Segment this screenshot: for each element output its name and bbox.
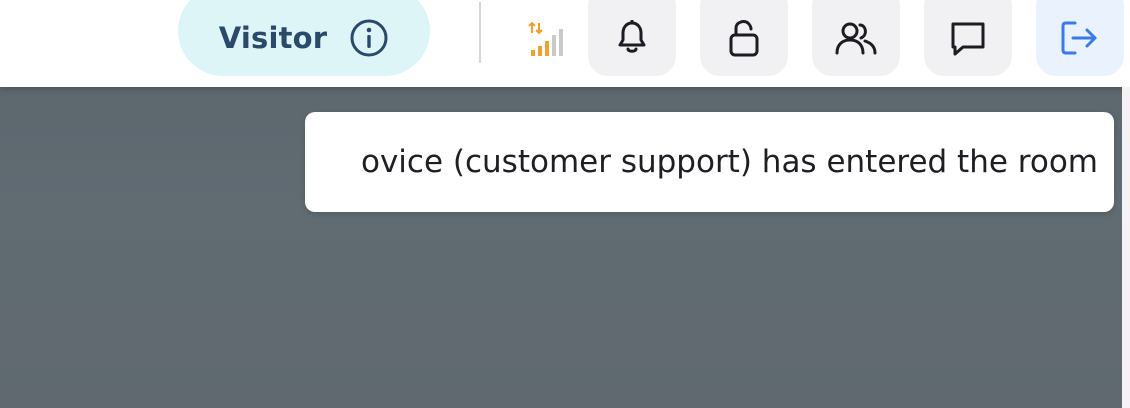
lock-button[interactable] [700, 0, 788, 76]
top-toolbar: Visitor [0, 0, 1130, 87]
toast-message: ovice (customer support) has entered the… [361, 144, 1098, 180]
notification-toast[interactable]: ovice (customer support) has entered the… [305, 112, 1114, 212]
notifications-button[interactable] [588, 0, 676, 76]
unlocked-padlock-icon [729, 20, 759, 57]
chat-button[interactable] [924, 0, 1012, 76]
chat-bubble-icon [951, 22, 985, 56]
role-label: Visitor [218, 21, 328, 55]
users-button[interactable] [812, 0, 900, 76]
toolbar-divider [479, 2, 481, 63]
users-icon [835, 22, 877, 55]
role-badge-button[interactable]: Visitor [178, 0, 430, 76]
room-canvas[interactable]: Visitor ovice (customer support) has ent… [0, 0, 1130, 408]
logout-icon [1061, 21, 1097, 55]
bell-icon [618, 20, 646, 53]
scrollbar-track[interactable] [1122, 87, 1130, 408]
network-signal-icon [528, 21, 563, 56]
exit-room-button[interactable] [1036, 0, 1124, 76]
info-icon[interactable] [349, 18, 389, 58]
